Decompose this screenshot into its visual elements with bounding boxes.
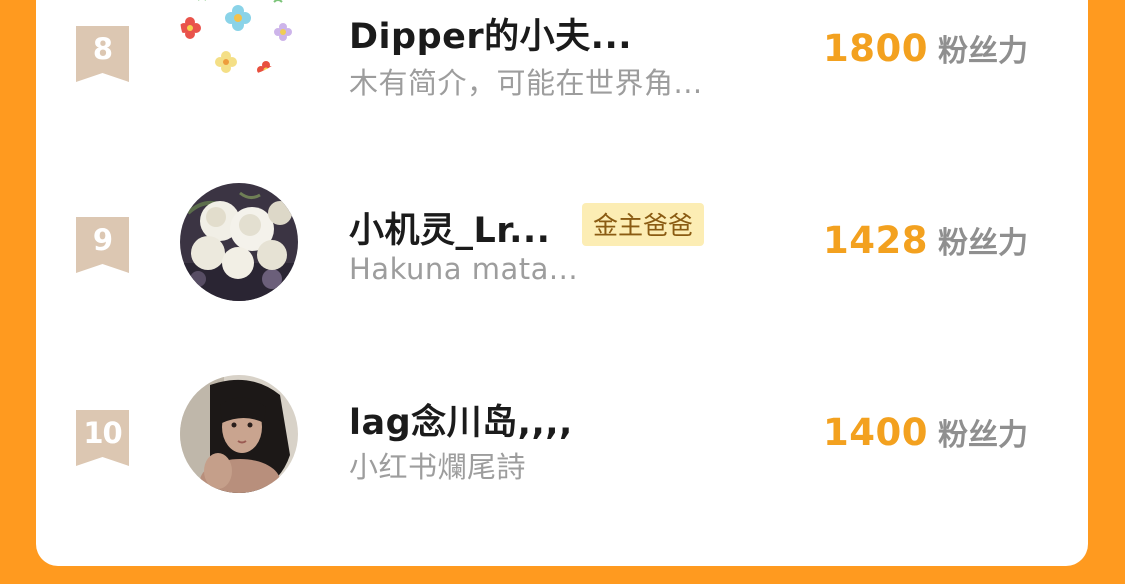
- white-roses-avatar[interactable]: [180, 183, 298, 301]
- user-bio: 木有简介，可能在世界角...: [349, 66, 703, 100]
- score-unit-label: 粉丝力: [938, 34, 1028, 69]
- portrait-photo-avatar[interactable]: [180, 375, 298, 493]
- user-name[interactable]: Dipper的小夫...: [349, 8, 632, 59]
- score-value: 1400: [823, 411, 928, 454]
- score-unit-label: 粉丝力: [938, 226, 1028, 261]
- fan-power-score: 1428 粉丝力: [806, 218, 1028, 262]
- rank-ribbon: 9: [76, 217, 129, 273]
- user-bio: 小红书爛尾詩: [349, 450, 527, 484]
- fan-power-score: 1800 粉丝力: [806, 26, 1028, 70]
- score-value: 1428: [823, 219, 928, 262]
- score-unit-label: 粉丝力: [938, 418, 1028, 453]
- user-name[interactable]: 小机灵_Lr...: [349, 202, 550, 253]
- ranking-row[interactable]: 10 lag念川岛,,,, 小红书爛尾詩 1400 粉丝力: [36, 360, 1088, 520]
- score-value: 1800: [823, 27, 928, 70]
- rank-ribbon: 8: [76, 26, 129, 82]
- fan-power-score: 1400 粉丝力: [806, 410, 1028, 454]
- rank-ribbon: 10: [76, 410, 129, 466]
- user-name[interactable]: lag念川岛,,,,: [349, 394, 573, 445]
- user-bio: Hakuna mata...: [349, 252, 579, 286]
- ranking-card: 8 Dipper的小夫... 木有简介，可能在世界角... 1800 粉丝力 9: [36, 0, 1088, 566]
- ranking-row[interactable]: 8 Dipper的小夫... 木有简介，可能在世界角... 1800 粉丝力: [36, 0, 1088, 136]
- ranking-row[interactable]: 9 小机灵_Lr... 金主爸爸 Hakuna mata... 1428 粉丝力: [36, 168, 1088, 328]
- sponsor-badge: 金主爸爸: [582, 203, 705, 246]
- flower-pattern-avatar[interactable]: [180, 0, 298, 76]
